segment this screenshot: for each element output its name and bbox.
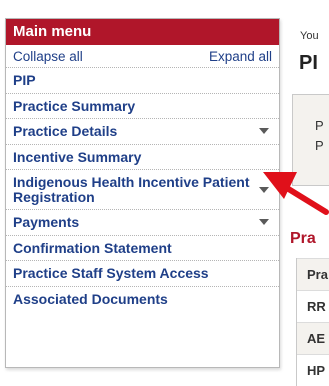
red-arrow-icon: [263, 172, 329, 215]
